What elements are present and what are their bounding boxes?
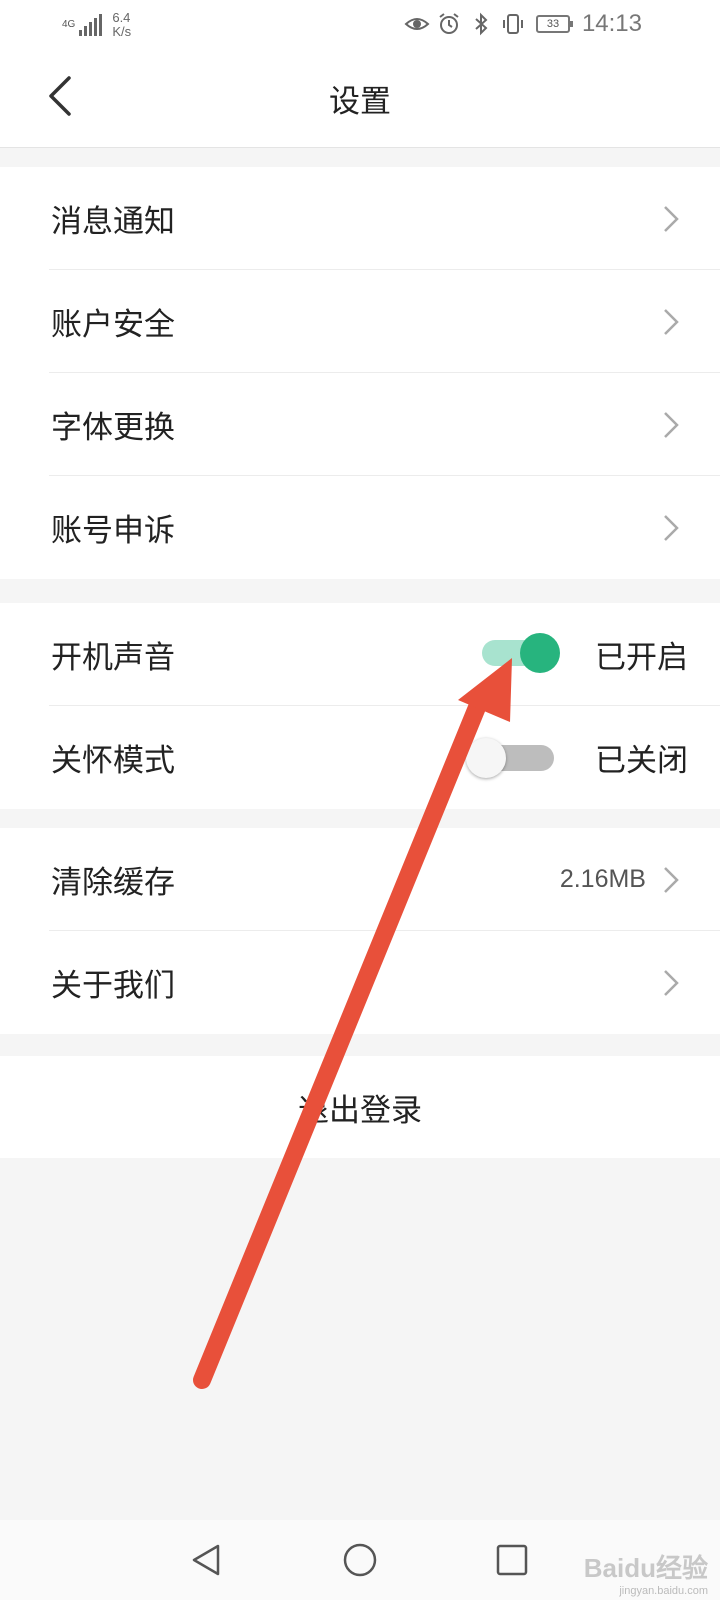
settings-item-label: 账户安全 [51,307,175,343]
home-circle-icon [343,1543,377,1577]
settings-item-label: 账号申诉 [51,513,175,549]
settings-item-appeal[interactable]: 账号申诉 [0,476,720,579]
settings-group-other: 清除缓存 2.16MB 关于我们 [0,828,720,1034]
logout-button[interactable]: 退出登录 [0,1056,720,1158]
settings-group-general: 消息通知 账户安全 字体更换 账号申诉 [0,167,720,579]
chevron-right-icon [664,309,679,335]
settings-item-boot-sound: 开机声音 已开启 [0,603,720,706]
status-time: 14:13 [581,10,642,37]
vibrate-icon [503,14,523,34]
chevron-right-icon [664,515,679,541]
alarm-icon [439,13,459,34]
back-triangle-icon [192,1544,220,1576]
page-title: 设置 [329,84,391,120]
status-bar: 4G 6.4 K/s 33 14:13 [0,0,720,48]
settings-item-font[interactable]: 字体更换 [0,373,720,476]
network-speed: 6.4 K/s [112,10,132,39]
watermark-logo: Baidu经验 [583,1553,708,1583]
chevron-right-icon [664,970,679,996]
settings-item-account-security[interactable]: 账户安全 [0,270,720,373]
nav-home-button[interactable] [338,1538,382,1582]
settings-item-care-mode: 关怀模式 已关闭 [0,706,720,809]
settings-item-label: 开机声音 [51,640,175,676]
network-type: 4G [62,19,76,30]
header: 设置 [0,48,720,148]
status-icons: 33 [404,9,573,39]
bluetooth-icon [475,12,488,36]
watermark-url: jingyan.baidu.com [619,1585,708,1597]
boot-sound-toggle[interactable] [472,633,560,673]
signal-icon [79,14,103,36]
cache-size: 2.16MB [559,865,646,893]
settings-item-label: 清除缓存 [51,865,175,901]
toggle-state-label: 已开启 [595,640,688,676]
settings-item-clear-cache[interactable]: 清除缓存 2.16MB [0,828,720,931]
logout-label: 退出登录 [298,1092,422,1129]
settings-item-notifications[interactable]: 消息通知 [0,167,720,270]
care-mode-toggle[interactable] [466,738,554,778]
settings-item-label: 字体更换 [51,410,175,446]
status-left: 4G 6.4 K/s [62,8,131,42]
chevron-right-icon [664,206,679,232]
settings-item-label: 消息通知 [51,204,175,240]
settings-item-label: 关怀模式 [51,743,175,779]
battery-icon: 33 [536,15,573,33]
nav-back-button[interactable] [184,1538,228,1582]
eye-icon [404,18,430,30]
nav-recents-button[interactable] [490,1538,534,1582]
recents-square-icon [496,1544,528,1576]
settings-item-about-us[interactable]: 关于我们 [0,931,720,1034]
toggle-state-label: 已关闭 [595,743,688,779]
toggle-knob [520,633,560,673]
settings-item-label: 关于我们 [51,968,175,1004]
baidu-jingyan-watermark: Baidu经验 jingyan.baidu.com [584,1548,708,1597]
settings-group-toggles: 开机声音 已开启 关怀模式 已关闭 [0,603,720,809]
toggle-knob [466,738,506,778]
chevron-right-icon [664,412,679,438]
chevron-right-icon [664,867,679,893]
